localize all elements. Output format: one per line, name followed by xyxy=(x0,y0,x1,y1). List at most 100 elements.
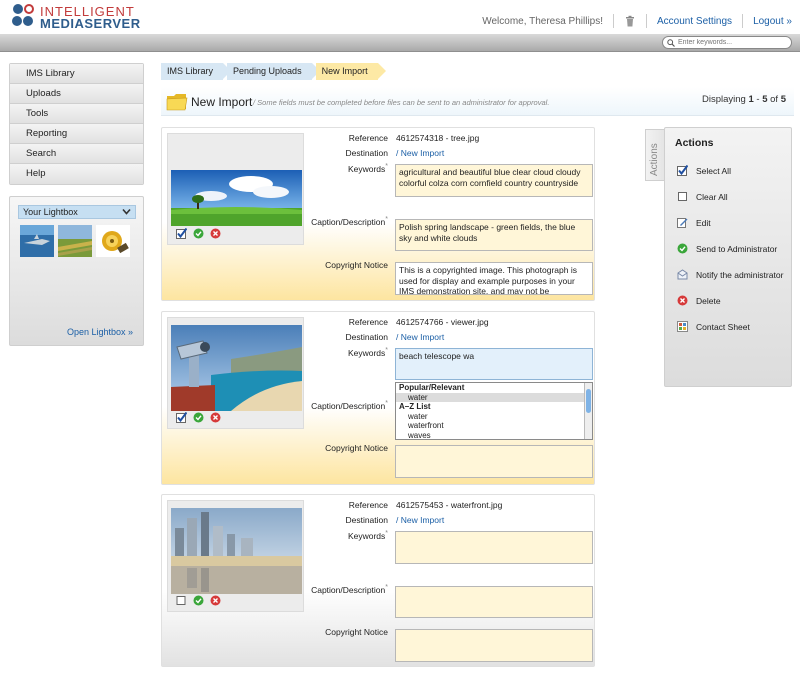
destination-label: Destination xyxy=(345,515,388,525)
divider xyxy=(646,14,648,28)
delete-icon[interactable] xyxy=(210,412,221,423)
suggestion-group-header: A–Z List xyxy=(399,402,431,411)
divider xyxy=(742,14,744,28)
send-check-icon xyxy=(677,243,688,254)
thumbnail-frame xyxy=(167,500,304,612)
suggestion-item[interactable]: waterfront xyxy=(396,421,592,431)
actions-panel: Actions Select All Clear All Edit Send t… xyxy=(664,127,792,387)
reference-value: 4612574766 - viewer.jpg xyxy=(396,317,489,327)
checkbox-empty-icon xyxy=(678,192,687,201)
actions-tab-label: Actions xyxy=(649,143,660,176)
sidebar-item-tools[interactable]: Tools xyxy=(10,104,143,124)
caption-field[interactable] xyxy=(395,586,593,618)
edit-action[interactable]: Edit xyxy=(677,217,711,228)
destination-link[interactable]: / New Import xyxy=(396,515,444,525)
reference-label: Reference xyxy=(348,317,388,327)
edit-icon xyxy=(677,218,688,228)
app-header: INTELLIGENT MEDIASERVER Welcome, Theresa… xyxy=(0,0,800,34)
welcome-text: Welcome, Theresa Phillips! xyxy=(482,15,604,27)
trash-icon[interactable] xyxy=(624,15,636,27)
delete-icon xyxy=(677,295,688,306)
logo-text-bottom: MEDIASERVER xyxy=(40,16,141,31)
logo-mark-icon xyxy=(12,4,34,26)
sidebar-item-search[interactable]: Search xyxy=(10,144,143,164)
keywords-label: Keywords* xyxy=(347,163,388,174)
thumbnail-waterfront[interactable] xyxy=(171,508,302,594)
sidebar-item-help[interactable]: Help xyxy=(10,164,143,184)
contact-sheet-action[interactable]: Contact Sheet xyxy=(677,321,750,332)
copyright-field[interactable] xyxy=(395,629,593,662)
breadcrumb: IMS Library Pending Uploads New Import xyxy=(161,63,386,80)
delete-icon[interactable] xyxy=(210,228,221,239)
sidebar-item-uploads[interactable]: Uploads xyxy=(10,84,143,104)
thumbnail-viewer[interactable] xyxy=(171,325,302,411)
sidebar-item-reporting[interactable]: Reporting xyxy=(10,124,143,144)
approve-icon[interactable] xyxy=(193,228,204,239)
suggestion-item[interactable]: waves xyxy=(396,431,592,440)
lightbox-thumb-field[interactable] xyxy=(58,225,92,257)
approve-icon[interactable] xyxy=(193,595,204,606)
divider xyxy=(613,14,615,28)
record-card: Reference 4612575453 - waterfront.jpg De… xyxy=(161,494,595,667)
top-bar xyxy=(0,34,800,52)
account-settings-link[interactable]: Account Settings xyxy=(657,16,732,27)
header-user-menu: Welcome, Theresa Phillips! Account Setti… xyxy=(482,14,792,28)
folder-icon xyxy=(166,94,188,111)
copyright-field[interactable]: This is a copyrighted image. This photog… xyxy=(395,262,593,295)
destination-link[interactable]: / New Import xyxy=(396,148,444,158)
actions-title: Actions xyxy=(675,137,714,149)
keywords-field[interactable]: beach telescope wa xyxy=(395,348,593,380)
reference-value: 4612574318 - tree.jpg xyxy=(396,133,480,143)
select-all-action[interactable]: Select All xyxy=(677,165,731,176)
copyright-field[interactable] xyxy=(395,445,593,478)
breadcrumb-ims-library[interactable]: IMS Library xyxy=(161,63,232,80)
search-input[interactable] xyxy=(678,37,788,48)
copyright-label: Copyright Notice xyxy=(325,260,388,270)
thumbnail-tree[interactable] xyxy=(171,170,302,226)
sidebar-item-ims-library[interactable]: IMS Library xyxy=(10,64,143,84)
breadcrumb-new-import: New Import xyxy=(315,63,386,80)
destination-label: Destination xyxy=(345,332,388,342)
checkmark-icon xyxy=(677,165,688,176)
delete-icon[interactable] xyxy=(210,595,221,606)
chevron-down-icon xyxy=(122,208,131,215)
record-card: Reference 4612574766 - viewer.jpg Destin… xyxy=(161,311,595,485)
lightbox-selector[interactable]: Your Lightbox xyxy=(18,205,136,219)
suggestion-item[interactable]: water xyxy=(396,412,592,422)
logout-link[interactable]: Logout » xyxy=(753,16,792,27)
keywords-field[interactable] xyxy=(395,531,593,564)
lightbox-thumb-shark[interactable] xyxy=(20,225,54,257)
select-checkbox-checked-icon[interactable] xyxy=(176,412,187,423)
keywords-label: Keywords* xyxy=(347,347,388,358)
destination-link[interactable]: / New Import xyxy=(396,332,444,342)
displaying-count: Displaying 1 - 5 of 5 xyxy=(701,94,786,105)
suggestion-item[interactable]: water xyxy=(396,392,592,402)
envelope-icon xyxy=(677,269,688,280)
send-to-administrator-action[interactable]: Send to Administrator xyxy=(677,243,777,254)
page-title-bar: New Import / Some fields must be complet… xyxy=(161,87,794,116)
keyword-suggestions-list[interactable]: Popular/Relevant water A–Z List water wa… xyxy=(395,382,593,440)
page-title: New Import xyxy=(191,95,253,109)
breadcrumb-pending-uploads[interactable]: Pending Uploads xyxy=(227,63,320,80)
select-checkbox-empty-icon[interactable] xyxy=(176,595,187,606)
select-checkbox-checked-icon[interactable] xyxy=(176,228,187,239)
caption-label: Caption/Description* xyxy=(311,584,388,595)
scrollbar-thumb[interactable] xyxy=(586,389,591,413)
caption-label: Caption/Description* xyxy=(311,216,388,227)
suggestion-group-header: Popular/Relevant xyxy=(399,383,465,392)
notify-administrator-action[interactable]: Notify the administrator xyxy=(677,269,783,280)
delete-action[interactable]: Delete xyxy=(677,295,721,306)
suggestions-scrollbar[interactable] xyxy=(584,383,592,439)
keywords-field[interactable]: agricultural and beautiful blue clear cl… xyxy=(395,164,593,197)
page-note: / Some fields must be completed before f… xyxy=(253,98,550,107)
approve-icon[interactable] xyxy=(193,412,204,423)
lightbox-thumb-film-reel[interactable] xyxy=(96,225,130,257)
actions-tab[interactable]: Actions xyxy=(645,129,665,181)
open-lightbox-link[interactable]: Open Lightbox » xyxy=(67,327,133,337)
copyright-label: Copyright Notice xyxy=(325,443,388,453)
clear-all-action[interactable]: Clear All xyxy=(677,191,728,202)
thumbnail-frame xyxy=(167,133,304,245)
sidebar-nav: IMS Library Uploads Tools Reporting Sear… xyxy=(9,63,144,185)
logo[interactable]: INTELLIGENT MEDIASERVER xyxy=(10,2,140,32)
caption-field[interactable]: Polish spring landscape - green fields, … xyxy=(395,219,593,251)
